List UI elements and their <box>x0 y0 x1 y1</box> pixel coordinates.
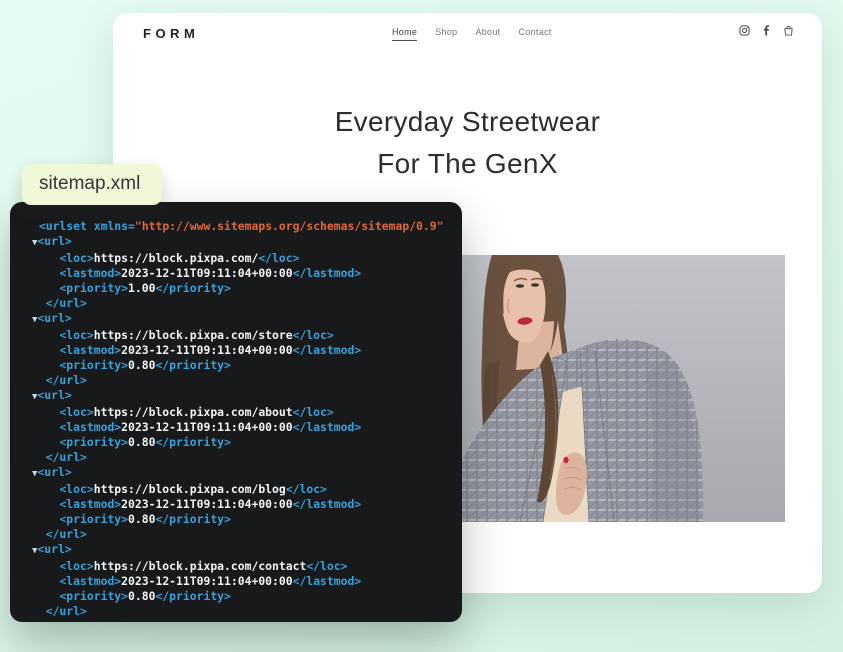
nav-item-about[interactable]: About <box>475 27 500 41</box>
code-line: </url> <box>32 527 444 542</box>
code-line: ▼<url> <box>32 234 444 251</box>
code-line: </url> <box>32 604 444 619</box>
site-nav: Home Shop About Contact <box>392 27 552 41</box>
code-line: <loc>https://block.pixpa.com/store</loc> <box>32 328 444 343</box>
code-line: </url> <box>32 450 444 465</box>
site-logo: FORM <box>143 26 199 41</box>
hero-heading-line1: Everyday Streetwear <box>113 101 822 143</box>
social-icons <box>739 25 794 36</box>
code-lines: <urlset xmlns="http://www.sitemaps.org/s… <box>32 219 444 619</box>
code-line: <loc>https://block.pixpa.com/blog</loc> <box>32 482 444 497</box>
nav-item-shop[interactable]: Shop <box>435 27 457 41</box>
code-line: </url> <box>32 296 444 311</box>
shopping-bag-icon[interactable] <box>783 25 794 36</box>
code-line: <loc>https://block.pixpa.com/about</loc> <box>32 405 444 420</box>
filename-badge: sitemap.xml <box>22 164 162 205</box>
code-line: <priority>0.80</priority> <box>32 512 444 527</box>
hero-heading-line2: For The GenX <box>113 143 822 185</box>
code-line: <priority>1.00</priority> <box>32 281 444 296</box>
code-line: <priority>0.80</priority> <box>32 358 444 373</box>
code-line: ▼<url> <box>32 388 444 405</box>
site-header: FORM Home Shop About Contact <box>113 13 822 59</box>
nav-item-contact[interactable]: Contact <box>518 27 551 41</box>
code-line: <lastmod>2023-12-11T09:11:04+00:00</last… <box>32 497 444 512</box>
code-line: <lastmod>2023-12-11T09:11:04+00:00</last… <box>32 266 444 281</box>
code-line: ▼<url> <box>32 311 444 328</box>
sitemap-code-panel[interactable]: <urlset xmlns="http://www.sitemaps.org/s… <box>10 202 462 622</box>
code-line: </url> <box>32 373 444 388</box>
hero-heading: Everyday Streetwear For The GenX <box>113 101 822 185</box>
facebook-icon[interactable] <box>761 25 772 36</box>
code-line: <urlset xmlns="http://www.sitemaps.org/s… <box>32 219 444 234</box>
code-line: <lastmod>2023-12-11T09:11:04+00:00</last… <box>32 420 444 435</box>
code-line: <priority>0.80</priority> <box>32 435 444 450</box>
page-background: FORM Home Shop About Contact <box>0 0 843 652</box>
code-line: <lastmod>2023-12-11T09:11:04+00:00</last… <box>32 343 444 358</box>
code-line: ▼<url> <box>32 542 444 559</box>
nav-item-home[interactable]: Home <box>392 27 417 41</box>
code-line: <lastmod>2023-12-11T09:11:04+00:00</last… <box>32 574 444 589</box>
instagram-icon[interactable] <box>739 25 750 36</box>
hero-photo-woman-plaid-blazer <box>462 255 785 522</box>
code-line: <loc>https://block.pixpa.com/contact</lo… <box>32 559 444 574</box>
code-line: <loc>https://block.pixpa.com/</loc> <box>32 251 444 266</box>
code-line: <priority>0.80</priority> <box>32 589 444 604</box>
code-line: ▼<url> <box>32 465 444 482</box>
